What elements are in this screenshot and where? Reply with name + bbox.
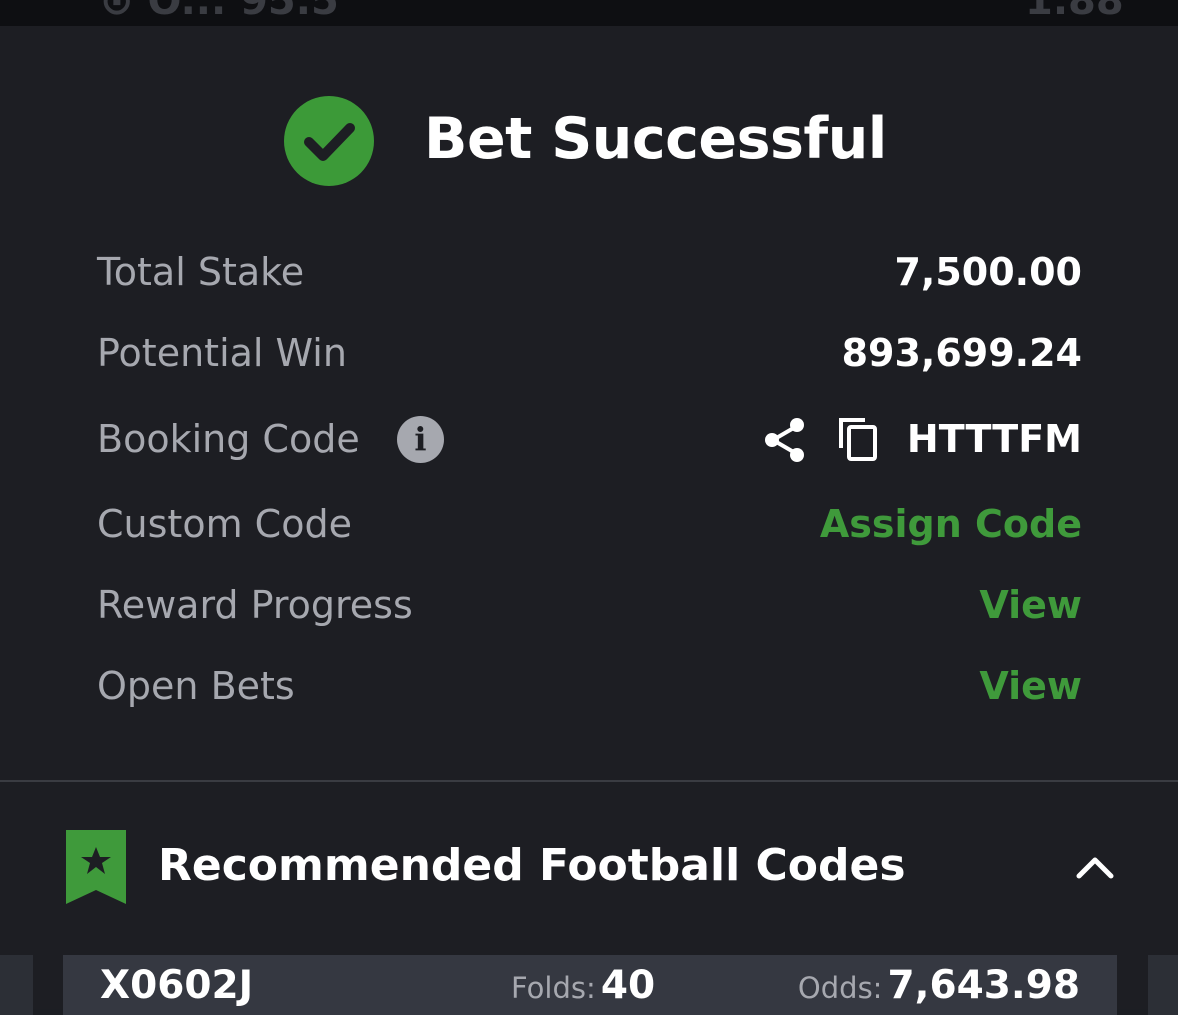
success-header: Bet Successful — [0, 96, 1178, 188]
reward-progress-view-link[interactable]: View — [979, 575, 1082, 635]
recommended-title: Recommended Football Codes — [158, 840, 906, 891]
open-bets-row: Open Bets View — [97, 656, 1082, 716]
potential-win-row: Potential Win 893,699.24 — [97, 323, 1082, 383]
section-divider — [0, 780, 1178, 782]
previous-card-peek[interactable] — [0, 955, 33, 1015]
total-stake-row: Total Stake 7,500.00 — [97, 242, 1082, 302]
custom-code-row: Custom Code Assign Code — [97, 494, 1082, 554]
next-card-peek[interactable] — [1148, 955, 1178, 1015]
chevron-up-icon[interactable] — [1075, 852, 1115, 882]
recommended-code-card[interactable]: X0602J Folds: 40 Odds: 7,643.98 — [63, 955, 1117, 1015]
booking-code-row: Booking Code i HTTTFM — [97, 409, 1082, 469]
custom-code-label: Custom Code — [97, 502, 352, 546]
ghost-text-right: 1.88 — [1025, 0, 1124, 24]
booking-code-label: Booking Code — [97, 417, 360, 461]
potential-win-label: Potential Win — [97, 331, 347, 375]
card-odds: Odds: 7,643.98 — [798, 963, 1080, 1008]
recommended-codes-header[interactable]: Recommended Football Codes — [0, 830, 1178, 906]
bookmark-star-icon — [66, 830, 126, 904]
folds-label: Folds: — [511, 971, 596, 1005]
assign-code-link[interactable]: Assign Code — [820, 494, 1082, 554]
reward-progress-row: Reward Progress View — [97, 575, 1082, 635]
info-icon[interactable]: i — [397, 416, 444, 463]
odds-value: 7,643.98 — [887, 963, 1080, 1008]
copy-icon[interactable] — [837, 416, 879, 462]
open-bets-view-link[interactable]: View — [979, 656, 1082, 716]
total-stake-label: Total Stake — [97, 250, 305, 294]
odds-label: Odds: — [797, 971, 883, 1005]
ghost-text-left: ⊙ O... 95.5 — [100, 0, 339, 24]
folds-value: 40 — [600, 963, 656, 1008]
open-bets-label: Open Bets — [97, 664, 295, 708]
reward-progress-label: Reward Progress — [97, 583, 413, 627]
previous-screen-strip: ⊙ O... 95.5 1.88 — [0, 0, 1178, 26]
card-folds: Folds: 40 — [511, 963, 655, 1008]
booking-code-value[interactable]: HTTTFM — [907, 409, 1082, 469]
page-title: Bet Successful — [424, 106, 887, 172]
share-icon[interactable] — [763, 417, 807, 463]
potential-win-value: 893,699.24 — [841, 331, 1082, 375]
card-code: X0602J — [100, 963, 254, 1008]
total-stake-value: 7,500.00 — [894, 250, 1082, 294]
check-circle-icon — [284, 96, 374, 186]
